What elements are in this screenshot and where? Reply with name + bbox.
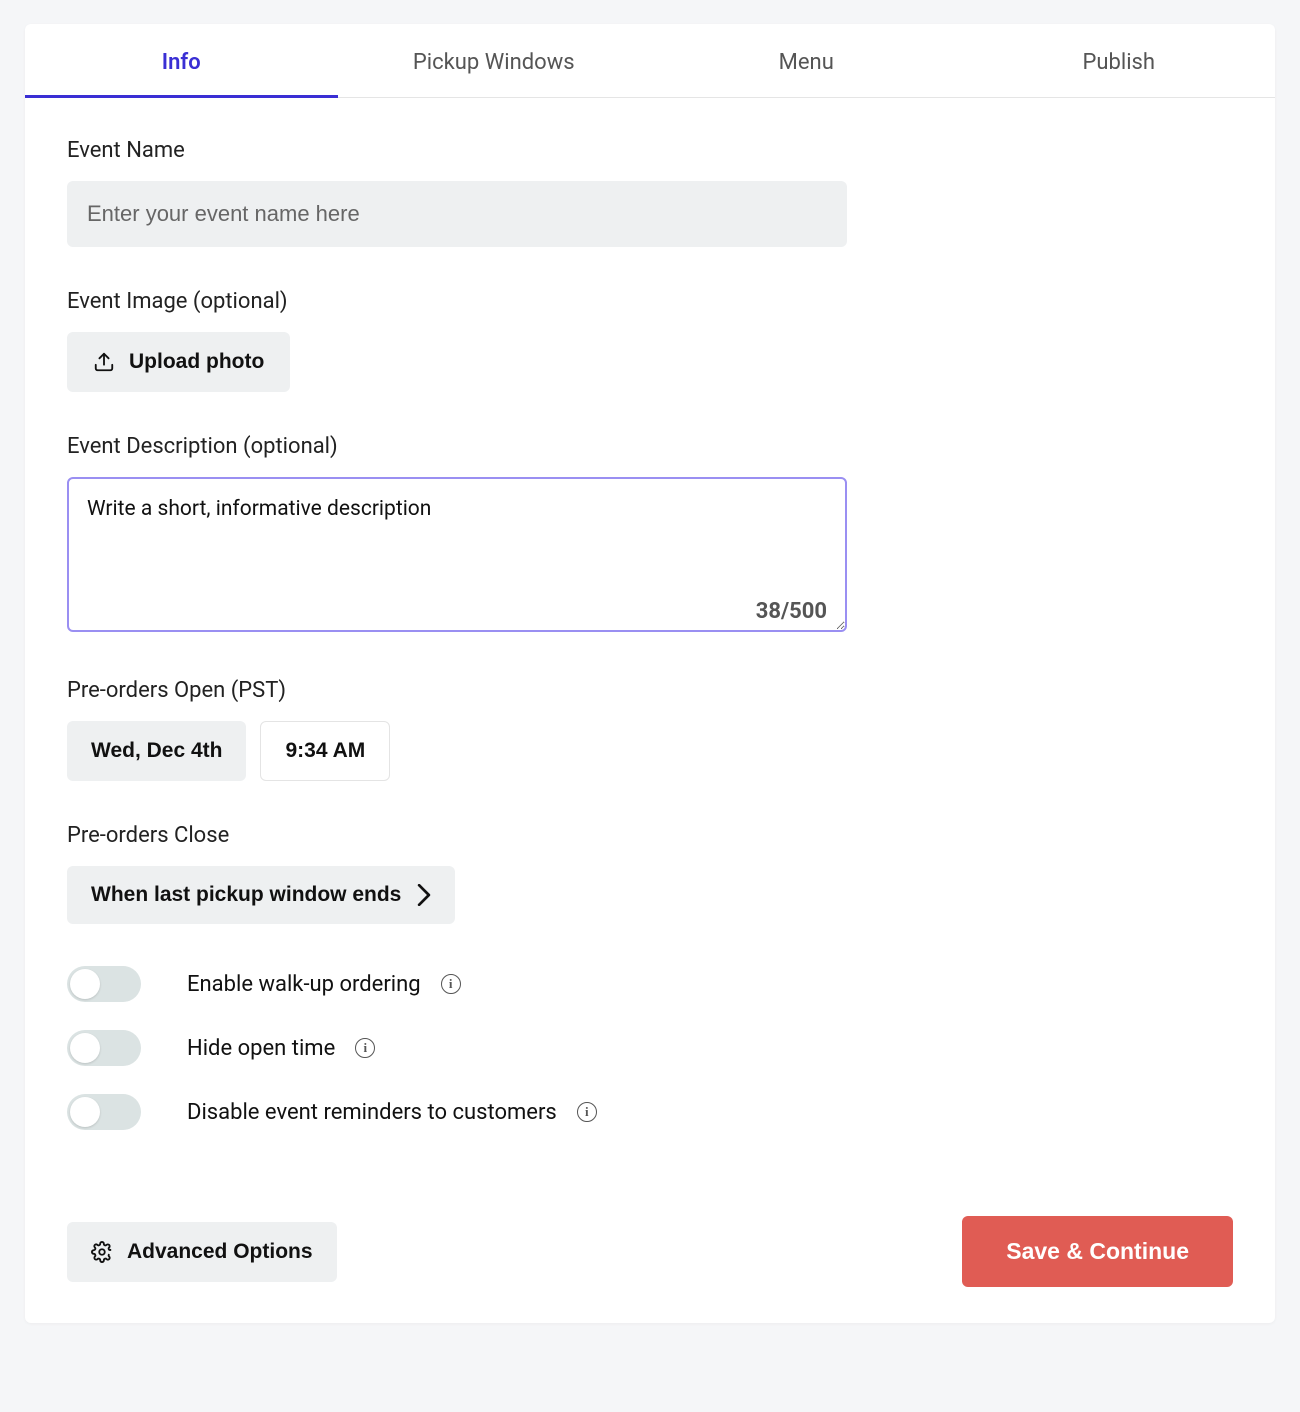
info-icon[interactable]: i: [577, 1102, 597, 1122]
tab-pickup-windows[interactable]: Pickup Windows: [338, 24, 651, 97]
tab-label: Publish: [1082, 50, 1155, 75]
tab-menu[interactable]: Menu: [650, 24, 963, 97]
advanced-options-label: Advanced Options: [127, 1240, 313, 1264]
save-continue-button[interactable]: Save & Continue: [962, 1216, 1233, 1287]
preorders-open-field: Pre-orders Open (PST) Wed, Dec 4th 9:34 …: [67, 678, 883, 781]
event-image-label: Event Image (optional): [67, 289, 883, 314]
preorders-open-date-button[interactable]: Wed, Dec 4th: [67, 721, 246, 781]
toggle-hide-open-time[interactable]: [67, 1030, 141, 1066]
event-name-input[interactable]: [67, 181, 847, 247]
preorders-open-label: Pre-orders Open (PST): [67, 678, 883, 703]
preorders-close-label: Pre-orders Close: [67, 823, 883, 848]
toggle-walkup-row: Enable walk-up ordering i: [67, 966, 883, 1002]
info-icon[interactable]: i: [441, 974, 461, 994]
info-icon[interactable]: i: [355, 1038, 375, 1058]
upload-photo-label: Upload photo: [129, 350, 264, 374]
tab-label: Info: [162, 50, 201, 75]
chevron-right-icon: [417, 884, 431, 906]
preorders-open-time-value: 9:34 AM: [285, 739, 365, 763]
advanced-options-button[interactable]: Advanced Options: [67, 1222, 337, 1282]
event-name-label: Event Name: [67, 138, 883, 163]
toggle-walkup-label: Enable walk-up ordering: [187, 972, 421, 997]
preorders-close-field: Pre-orders Close When last pickup window…: [67, 823, 883, 924]
tab-label: Pickup Windows: [413, 50, 575, 75]
toggle-hide-open-time-label: Hide open time: [187, 1036, 335, 1061]
tab-publish[interactable]: Publish: [963, 24, 1276, 97]
toggle-hide-open-time-row: Hide open time i: [67, 1030, 883, 1066]
toggle-disable-reminders-label-wrap: Disable event reminders to customers i: [187, 1100, 597, 1125]
preorders-open-row: Wed, Dec 4th 9:34 AM: [67, 721, 883, 781]
toggle-disable-reminders[interactable]: [67, 1094, 141, 1130]
tab-label: Menu: [779, 50, 834, 75]
toggle-disable-reminders-row: Disable event reminders to customers i: [67, 1094, 883, 1130]
toggle-walkup[interactable]: [67, 966, 141, 1002]
footer-row: Advanced Options Save & Continue: [25, 1216, 1275, 1323]
description-char-count: 38/500: [756, 599, 827, 624]
tab-info[interactable]: Info: [25, 24, 338, 97]
form-body: Event Name Event Image (optional) Upload…: [25, 98, 925, 1216]
toggle-walkup-label-wrap: Enable walk-up ordering i: [187, 972, 461, 997]
event-description-field: Event Description (optional) 38/500: [67, 434, 883, 636]
event-form-card: Info Pickup Windows Menu Publish Event N…: [25, 24, 1275, 1323]
toggle-disable-reminders-label: Disable event reminders to customers: [187, 1100, 557, 1125]
tabs-bar: Info Pickup Windows Menu Publish: [25, 24, 1275, 98]
description-wrap: 38/500: [67, 477, 847, 636]
preorders-open-time-button[interactable]: 9:34 AM: [260, 721, 390, 781]
preorders-close-value: When last pickup window ends: [91, 883, 401, 907]
preorders-close-button[interactable]: When last pickup window ends: [67, 866, 455, 924]
save-continue-label: Save & Continue: [1006, 1238, 1189, 1264]
preorders-open-date-value: Wed, Dec 4th: [91, 739, 222, 763]
event-description-label: Event Description (optional): [67, 434, 883, 459]
event-image-field: Event Image (optional) Upload photo: [67, 289, 883, 392]
event-name-field: Event Name: [67, 138, 883, 247]
toggle-section: Enable walk-up ordering i Hide open time…: [67, 966, 883, 1130]
gear-icon: [91, 1241, 113, 1263]
upload-icon: [93, 351, 115, 373]
toggle-hide-open-time-label-wrap: Hide open time i: [187, 1036, 375, 1061]
event-description-textarea[interactable]: [67, 477, 847, 632]
upload-photo-button[interactable]: Upload photo: [67, 332, 290, 392]
